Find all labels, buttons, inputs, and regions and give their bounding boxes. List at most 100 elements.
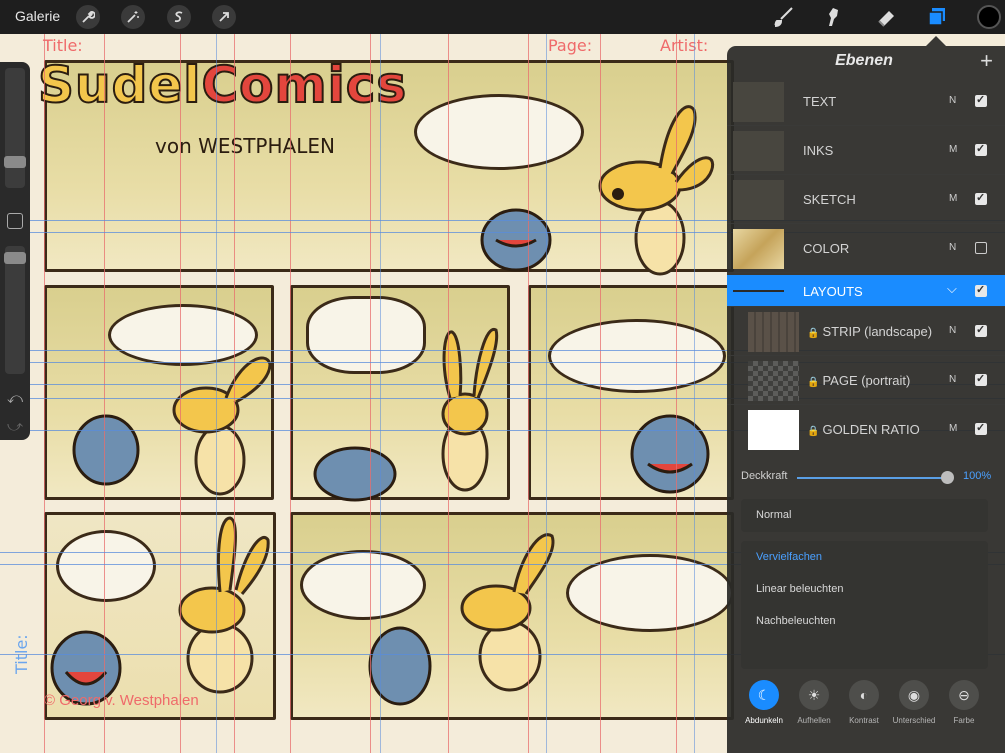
color-picker-button[interactable] (977, 5, 1001, 29)
layer-visibility-checkbox[interactable] (975, 191, 987, 205)
layer-visibility-checkbox[interactable] (975, 421, 987, 435)
layer-thumbnail (748, 410, 799, 450)
brush-icon[interactable] (771, 5, 797, 29)
rabbit-character (172, 356, 272, 496)
hedgehog-character (368, 626, 432, 706)
speech-bubble (566, 554, 734, 632)
blend-category-bar: ☾ Abdunkeln ☀ Aufhellen ◐ Kontrast ◉ Unt… (727, 680, 1005, 732)
lock-icon: 🔒 (807, 426, 820, 437)
layer-visibility-checkbox[interactable] (975, 93, 987, 107)
wrench-icon[interactable] (76, 5, 100, 29)
eraser-icon[interactable] (873, 5, 899, 29)
blend-option-vervielfachen[interactable]: Vervielfachen (756, 551, 822, 563)
blend-mode-current[interactable]: Normal (741, 499, 988, 532)
layer-blend-mode[interactable]: M (949, 423, 957, 434)
rabbit-character (598, 105, 715, 276)
guide-line (694, 34, 695, 753)
opacity-slider-knob[interactable] (941, 471, 954, 484)
transform-arrow-icon[interactable] (212, 5, 236, 29)
smudge-icon[interactable] (820, 5, 846, 29)
guide-line (600, 34, 601, 753)
opacity-slider-track[interactable] (797, 477, 947, 479)
brush-size-thumb[interactable] (4, 156, 26, 168)
lock-icon: 🔒 (807, 328, 820, 339)
logo-byline: von WESTPHALEN (155, 134, 335, 158)
top-toolbar: Galerie (0, 0, 1005, 34)
mode-kontrast[interactable]: ◐ Kontrast (839, 680, 889, 725)
copyright-text: © Georg v. Westphalen (44, 692, 199, 709)
layer-visibility-checkbox[interactable] (975, 283, 987, 297)
speech-bubble (548, 319, 726, 393)
contrast-icon: ◐ (849, 680, 879, 710)
comic-logo: SudelComics (37, 55, 408, 115)
layer-row-page[interactable]: 🔒 PAGE (portrait) N (727, 357, 1005, 405)
opacity-control: Deckkraft 100% (741, 470, 991, 486)
chevron-down-icon[interactable]: ⌵ (947, 281, 957, 297)
guide-line (380, 34, 381, 753)
modify-button[interactable] (7, 213, 23, 229)
layer-visibility-checkbox[interactable] (975, 372, 987, 386)
mode-farbe[interactable]: ⊖ Farbe (939, 680, 989, 725)
layer-row-golden-ratio[interactable]: 🔒 GOLDEN RATIO M (727, 406, 1005, 454)
guide-line (104, 34, 105, 753)
layer-blend-mode[interactable]: N (949, 95, 956, 106)
opacity-thumb[interactable] (4, 252, 26, 264)
lock-icon: 🔒 (807, 377, 820, 388)
layer-group-layouts[interactable]: LAYOUTS ⌵ (727, 275, 1005, 307)
hedgehog-character (72, 414, 140, 486)
redo-icon[interactable]: ⤻ (6, 418, 24, 435)
opacity-value: 100% (963, 470, 992, 482)
layer-row-inks[interactable]: INKS M (727, 127, 1005, 175)
guide-line (44, 34, 45, 753)
layers-panel-pointer (926, 36, 946, 46)
rabbit-character (460, 533, 555, 692)
artist-label: Artist: (660, 36, 709, 55)
layer-blend-mode[interactable]: N (949, 374, 956, 385)
left-sidebar: ⤺ ⤻ (0, 62, 30, 440)
layer-thumbnail (733, 82, 784, 122)
opacity-slider[interactable] (5, 246, 25, 374)
hedgehog-character (630, 414, 710, 494)
layer-row-sketch[interactable]: SKETCH M (727, 176, 1005, 224)
layer-thumbnail (733, 131, 784, 171)
blend-option-linear-beleuchten[interactable]: Linear beleuchten (756, 583, 843, 595)
sun-icon: ☀ (799, 680, 829, 710)
selection-icon[interactable] (167, 5, 191, 29)
gallery-button[interactable]: Galerie (15, 8, 60, 24)
page-label: Page: (548, 36, 593, 55)
layer-visibility-checkbox[interactable] (975, 242, 987, 254)
layer-row-color[interactable]: COLOR N (727, 225, 1005, 273)
layer-name: COLOR (803, 241, 850, 256)
layer-blend-mode[interactable]: N (949, 242, 956, 253)
undo-icon[interactable]: ⤺ (6, 390, 24, 407)
mode-unterschied[interactable]: ◉ Unterschied (889, 680, 939, 725)
layer-blend-mode[interactable]: M (949, 193, 957, 204)
layer-blend-mode[interactable]: N (949, 325, 956, 336)
guide-line (290, 34, 291, 753)
layer-row-strip[interactable]: 🔒 STRIP (landscape) N (727, 308, 1005, 356)
title-label: Title: (43, 36, 83, 55)
mode-aufhellen[interactable]: ☀ Aufhellen (789, 680, 839, 725)
brush-size-slider[interactable] (5, 68, 25, 188)
layer-thumbnail (748, 361, 799, 401)
layer-thumbnail (733, 229, 784, 269)
difference-icon: ◉ (899, 680, 929, 710)
color-icon: ⊖ (949, 680, 979, 710)
layers-panel: Ebenen + TEXT N INKS M SKETCH M COLOR N … (727, 46, 1005, 753)
layer-name: TEXT (803, 94, 837, 109)
plus-icon[interactable]: + (980, 48, 993, 74)
layer-blend-mode[interactable]: M (949, 144, 957, 155)
hedgehog-character (313, 446, 397, 502)
layer-name: LAYOUTS (803, 284, 863, 299)
layers-icon[interactable] (924, 5, 950, 29)
magic-wand-icon[interactable] (121, 5, 145, 29)
guide-line (234, 34, 235, 753)
speech-bubble (56, 530, 156, 602)
layer-row-text[interactable]: TEXT N (727, 78, 1005, 126)
blend-option-nachbeleuchten[interactable]: Nachbeleuchten (756, 615, 836, 627)
layer-visibility-checkbox[interactable] (975, 142, 987, 156)
layer-visibility-checkbox[interactable] (975, 323, 987, 337)
guide-line (180, 34, 181, 753)
hedgehog-character (480, 208, 552, 272)
mode-abdunkeln[interactable]: ☾ Abdunkeln (739, 680, 789, 725)
